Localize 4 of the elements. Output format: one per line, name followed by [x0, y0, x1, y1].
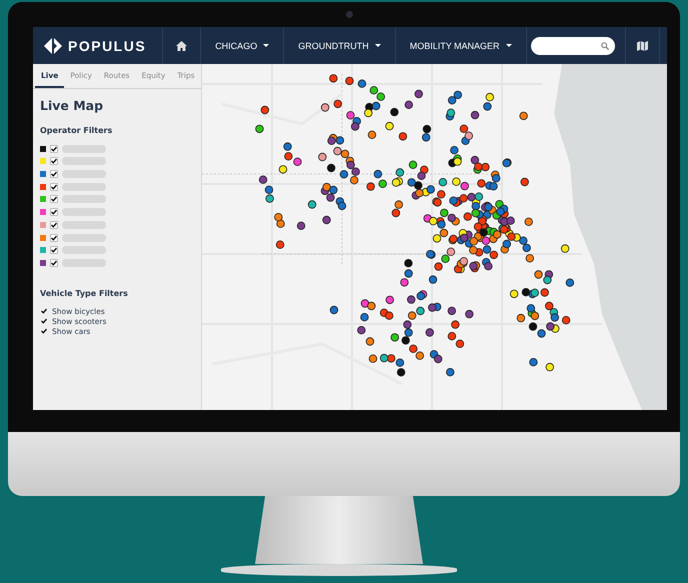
panel-title: Live Map — [40, 98, 104, 113]
brand-name: POPULUS — [68, 38, 146, 54]
section-heading: Vehicle Type Filters — [40, 288, 128, 298]
section-heading: Operator Filters — [40, 126, 112, 135]
